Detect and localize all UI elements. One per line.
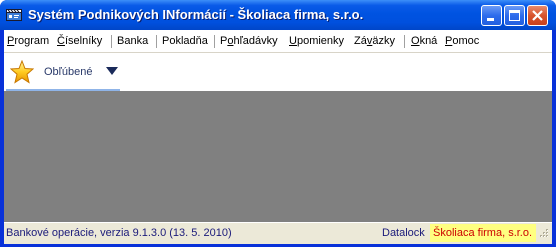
app-window: Systém Podnikových INformácií - Školiaca… <box>0 0 556 247</box>
app-icon <box>6 7 22 23</box>
menu-okna[interactable]: Okná <box>411 35 437 47</box>
status-company-badge: Školiaca firma, s.r.o. <box>430 224 536 242</box>
window-title: Systém Podnikových INformácií - Školiaca… <box>28 7 364 22</box>
menu-pomoc[interactable]: Pomoc <box>445 35 479 47</box>
maximize-button[interactable] <box>504 5 525 26</box>
favorites-label: Obľúbené <box>44 66 93 78</box>
favorites-button[interactable]: Obľúbené <box>6 53 120 91</box>
title-bar[interactable]: Systém Podnikových INformácií - Školiaca… <box>0 0 556 30</box>
menu-pohladavky[interactable]: Pohľadávky <box>220 35 278 47</box>
resize-grip-icon[interactable] <box>537 228 549 240</box>
menu-banka[interactable]: Banka <box>117 35 148 47</box>
maximize-icon <box>509 10 520 21</box>
menu-program[interactable]: Program <box>7 35 49 47</box>
menu-separator <box>156 35 157 48</box>
close-icon <box>532 10 543 21</box>
menu-ciselniky[interactable]: Číselníky <box>57 35 102 47</box>
client-area: Program Číselníky Banka Pokladňa Pohľadá… <box>4 30 552 244</box>
menu-separator <box>111 35 112 48</box>
triangle-down-icon[interactable] <box>106 67 118 75</box>
minimize-icon <box>487 18 494 21</box>
status-module-version: Bankové operácie, verzia 9.1.3.0 (13. 5.… <box>6 227 232 239</box>
star-icon <box>10 60 34 84</box>
mdi-workspace[interactable] <box>4 91 552 222</box>
minimize-button[interactable] <box>481 5 502 26</box>
menu-upomienky[interactable]: Upomienky <box>289 35 344 47</box>
status-datalock: Datalock <box>382 227 425 239</box>
status-bar: Bankové operácie, verzia 9.1.3.0 (13. 5.… <box>4 222 552 244</box>
menu-separator <box>404 35 405 48</box>
menu-separator <box>214 35 215 48</box>
menu-bar: Program Číselníky Banka Pokladňa Pohľadá… <box>4 30 552 53</box>
toolbar: Obľúbené <box>4 53 552 91</box>
close-button[interactable] <box>527 5 548 26</box>
menu-pokladna[interactable]: Pokladňa <box>162 35 208 47</box>
menu-zavazky[interactable]: Záväzky <box>354 35 395 47</box>
